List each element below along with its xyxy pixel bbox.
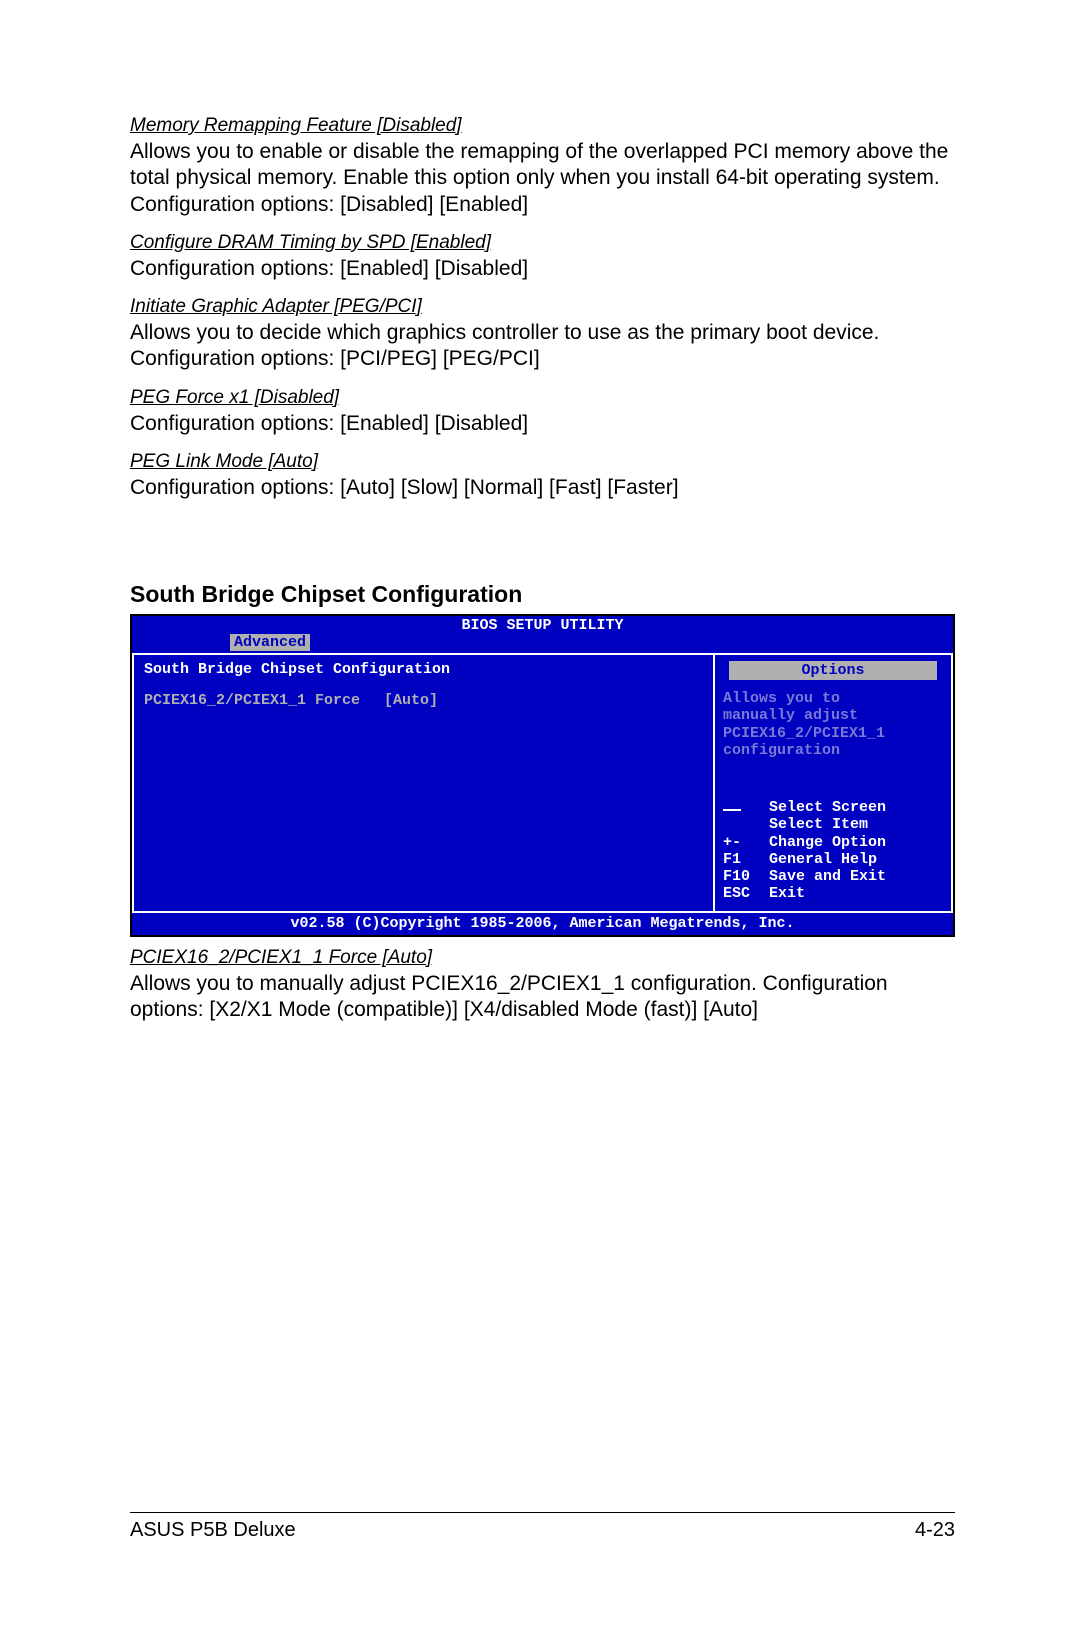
- setting-pciex-force: PCIEX16_2/PCIEX1_1 Force [Auto] Allows y…: [130, 947, 955, 1024]
- setting-memory-remapping: Memory Remapping Feature [Disabled] Allo…: [130, 115, 955, 218]
- setting-title: Configure DRAM Timing by SPD [Enabled]: [130, 232, 955, 254]
- bios-nav-label: Change Option: [769, 834, 886, 851]
- bios-nav-key: ESC: [723, 885, 769, 902]
- bios-nav-list: Select Screen Select Item +- Change Opti…: [723, 799, 943, 903]
- bios-nav-key: +-: [723, 834, 769, 851]
- setting-title: Memory Remapping Feature [Disabled]: [130, 115, 955, 137]
- setting-title: PEG Force x1 [Disabled]: [130, 387, 955, 409]
- setting-dram-timing: Configure DRAM Timing by SPD [Enabled] C…: [130, 232, 955, 282]
- bios-nav-row: +- Change Option: [723, 834, 943, 851]
- footer-page-number: 4-23: [915, 1519, 955, 1542]
- setting-body: Configuration options: [Auto] [Slow] [No…: [130, 475, 955, 501]
- setting-body: Allows you to enable or disable the rema…: [130, 139, 955, 218]
- setting-body: Configuration options: [Enabled] [Disabl…: [130, 256, 955, 282]
- section-heading-south-bridge: South Bridge Chipset Configuration: [130, 581, 955, 608]
- footer-product: ASUS P5B Deluxe: [130, 1519, 296, 1542]
- setting-peg-force-x1: PEG Force x1 [Disabled] Configuration op…: [130, 387, 955, 437]
- bios-option-value: [Auto]: [384, 692, 438, 709]
- bios-nav-label: Select Item: [769, 816, 868, 833]
- bios-nav-label: Exit: [769, 885, 805, 902]
- bios-nav-label: General Help: [769, 851, 877, 868]
- bios-options-badge: Options: [729, 661, 937, 680]
- page-footer: ASUS P5B Deluxe 4-23: [130, 1512, 955, 1542]
- bios-nav-key: F1: [723, 851, 769, 868]
- bios-tab-row: Advanced: [132, 634, 953, 653]
- bios-nav-row: Select Screen: [723, 799, 943, 816]
- bios-nav-key: [723, 816, 769, 833]
- setting-title: PCIEX16_2/PCIEX1_1 Force [Auto]: [130, 947, 955, 969]
- bios-pane-header: South Bridge Chipset Configuration: [144, 661, 703, 678]
- bios-right-pane: Options Allows you tomanually adjustPCIE…: [713, 653, 953, 913]
- setting-body: Configuration options: [Enabled] [Disabl…: [130, 411, 955, 437]
- bios-option-row: PCIEX16_2/PCIEX1_1 Force [Auto]: [144, 692, 703, 709]
- bios-option-name: PCIEX16_2/PCIEX1_1 Force: [144, 692, 384, 709]
- bios-nav-key: F10: [723, 868, 769, 885]
- bios-title: BIOS SETUP UTILITY: [132, 616, 953, 634]
- bios-footer: v02.58 (C)Copyright 1985-2006, American …: [132, 913, 953, 935]
- bios-left-pane: South Bridge Chipset Configuration PCIEX…: [132, 653, 713, 913]
- setting-title: PEG Link Mode [Auto]: [130, 451, 955, 473]
- setting-title: Initiate Graphic Adapter [PEG/PCI]: [130, 296, 955, 318]
- setting-body: Allows you to manually adjust PCIEX16_2/…: [130, 971, 955, 1024]
- setting-peg-link-mode: PEG Link Mode [Auto] Configuration optio…: [130, 451, 955, 501]
- bios-nav-row: ESC Exit: [723, 885, 943, 902]
- bios-help-text: Allows you tomanually adjustPCIEX16_2/PC…: [723, 690, 943, 759]
- setting-initiate-graphic: Initiate Graphic Adapter [PEG/PCI] Allow…: [130, 296, 955, 373]
- setting-body: Allows you to decide which graphics cont…: [130, 320, 955, 373]
- bios-nav-row: F1 General Help: [723, 851, 943, 868]
- bios-nav-label: Select Screen: [769, 799, 886, 816]
- bios-nav-row: Select Item: [723, 816, 943, 833]
- bios-tab-advanced: Advanced: [230, 634, 310, 651]
- bios-nav-row: F10 Save and Exit: [723, 868, 943, 885]
- bios-screenshot: BIOS SETUP UTILITY Advanced South Bridge…: [130, 614, 955, 937]
- bios-nav-label: Save and Exit: [769, 868, 886, 885]
